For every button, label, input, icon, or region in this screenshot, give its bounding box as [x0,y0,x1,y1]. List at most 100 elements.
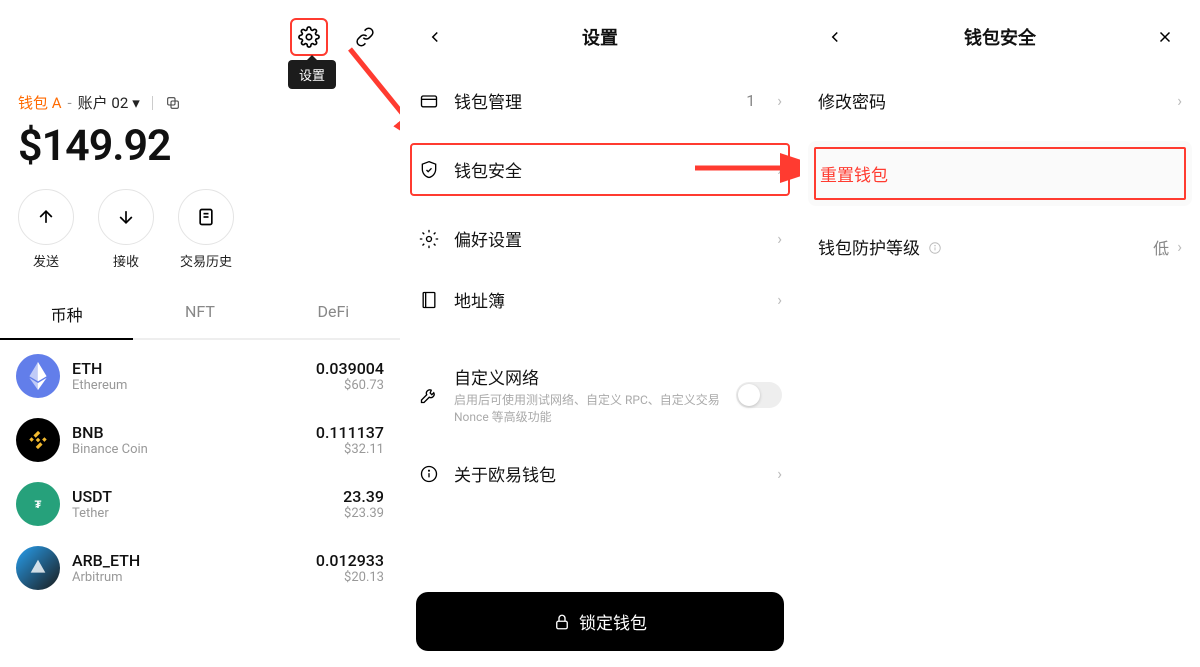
wallet-icon [418,91,440,111]
coin-symbol: ETH [72,359,304,378]
history-button[interactable]: 交易历史 [178,189,234,270]
asset-tabs: 币种 NFT DeFi [0,288,400,338]
coin-amount: 0.039004 [316,359,384,378]
document-icon [196,207,216,227]
coin-fiat: $60.73 [316,378,384,393]
security-header: 钱包安全 [800,0,1200,66]
gear-icon [298,26,320,48]
history-label: 交易历史 [180,251,232,270]
row-label: 钱包管理 [454,88,732,113]
back-button[interactable] [416,18,454,56]
account-selector[interactable]: 钱包 A - 账户 02 ▾ [0,92,400,113]
row-label: 钱包安全 [454,157,755,182]
chevron-left-icon [826,28,844,46]
row-count: 1 [746,91,755,110]
chevron-right-icon: › [777,91,782,110]
separator-dash: - [68,94,72,112]
eth-icon [16,354,60,398]
custom-network-toggle[interactable] [736,382,782,408]
coin-network: Binance Coin [72,442,304,457]
row-address-book[interactable]: 地址簿 › [400,269,800,330]
coin-fiat: $20.13 [316,570,384,585]
coin-row-eth[interactable]: ETHEthereum 0.039004$60.73 [0,344,400,408]
send-label: 发送 [33,251,59,270]
row-label: 自定义网络 [454,364,722,389]
action-row: 发送 接收 交易历史 [0,185,400,288]
tab-coins[interactable]: 币种 [0,288,133,338]
row-label: 地址簿 [454,287,755,312]
row-wallet-management[interactable]: 钱包管理 1 › [400,70,800,131]
coin-row-arb[interactable]: ARB_ETHArbitrum 0.012933$20.13 [0,536,400,600]
settings-header: 设置 [400,0,800,66]
link-button[interactable] [346,18,384,56]
coin-symbol: BNB [72,423,304,442]
coin-row-bnb[interactable]: BNBBinance Coin 0.111137$32.11 [0,408,400,472]
coin-network: Tether [72,506,331,521]
row-reset-wallet[interactable]: 重置钱包 [808,141,1192,206]
row-change-password[interactable]: 修改密码 › [800,66,1200,135]
arrow-down-icon [116,207,136,227]
chevron-right-icon: › [777,464,782,483]
page-title: 钱包安全 [964,24,1036,50]
row-label: 修改密码 [818,88,1169,113]
chevron-left-icon [426,28,444,46]
account-label: 账户 02 [78,92,129,113]
coin-fiat: $23.39 [343,506,384,521]
coin-symbol: ARB_ETH [72,551,304,570]
chevron-right-icon: › [1177,91,1182,110]
chain-link-icon [355,27,375,47]
receive-button[interactable]: 接收 [98,189,154,270]
caret-down-icon: ▾ [132,94,140,112]
coin-symbol: USDT [72,487,331,506]
info-icon [418,464,440,484]
coin-network: Arbitrum [72,570,304,585]
row-about[interactable]: 关于欧易钱包 › [400,443,800,504]
row-wallet-security[interactable]: 钱包安全 › [406,139,794,200]
coin-row-usdt[interactable]: ₮ USDTTether 23.39$23.39 [0,472,400,536]
tab-underline [0,338,400,340]
wallet-home-pane: 设置 钱包 A - 账户 02 ▾ $149.92 发送 接收 交易历史 币种 … [0,0,400,667]
row-custom-network[interactable]: 自定义网络 启用后可使用测试网络、自定义 RPC、自定义交易 Nonce 等高级… [400,346,800,443]
close-button[interactable] [1146,18,1184,56]
coin-amount: 0.111137 [316,423,384,442]
coin-fiat: $32.11 [316,442,384,457]
account-dropdown[interactable]: 账户 02 ▾ [78,92,140,113]
row-preferences[interactable]: 偏好设置 › [400,208,800,269]
chevron-right-icon: › [1177,237,1182,256]
lock-icon [553,613,571,631]
wallet-security-pane: 钱包安全 修改密码 › 重置钱包 钱包防护等级 低 › [800,0,1200,667]
settings-list: 钱包管理 1 › 钱包安全 › 偏好设置 › 地址簿 › 自定义网络 启用后可使… [400,66,800,508]
usdt-icon: ₮ [16,482,60,526]
row-label: 重置钱包 [820,161,1180,186]
coin-amount: 23.39 [343,487,384,506]
lock-wallet-button[interactable]: 锁定钱包 [416,592,784,651]
receive-label: 接收 [113,251,139,270]
wallet-name: 钱包 A [18,92,62,113]
shield-icon [418,160,440,180]
row-label: 偏好设置 [454,226,755,251]
settings-tooltip: 设置 [288,60,336,89]
bnb-icon [16,418,60,462]
gear-icon [418,229,440,249]
coin-amount: 0.012933 [316,551,384,570]
tab-defi[interactable]: DeFi [267,288,400,338]
wrench-icon [418,385,440,405]
row-protection-level[interactable]: 钱包防护等级 低 › [800,212,1200,281]
send-button[interactable]: 发送 [18,189,74,270]
chevron-right-icon: › [777,229,782,248]
row-label: 钱包防护等级 [818,234,1153,259]
divider-vertical [152,96,153,110]
back-button[interactable] [816,18,854,56]
balance-amount: $149.92 [0,113,400,185]
chevron-right-icon: › [777,160,782,179]
arrow-up-icon [36,207,56,227]
settings-pane: 设置 钱包管理 1 › 钱包安全 › 偏好设置 › 地址簿 › [400,0,800,667]
tab-nft[interactable]: NFT [133,288,266,338]
coin-network: Ethereum [72,378,304,393]
row-label: 关于欧易钱包 [454,461,755,486]
row-description: 启用后可使用测试网络、自定义 RPC、自定义交易 Nonce 等高级功能 [454,391,722,425]
copy-icon[interactable] [165,95,181,111]
top-bar [0,0,400,62]
settings-button[interactable] [290,18,328,56]
info-icon [928,240,942,254]
